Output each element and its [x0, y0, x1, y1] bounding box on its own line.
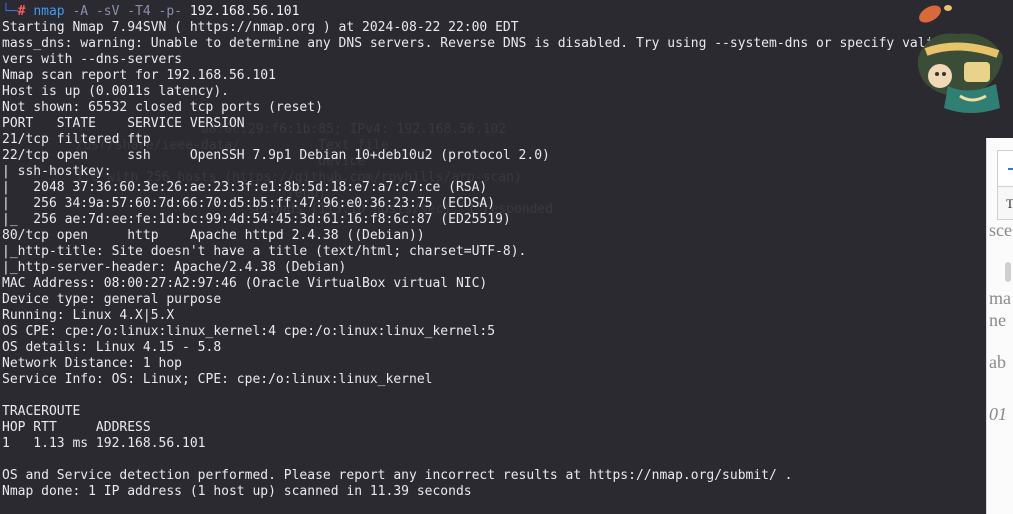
output-line: |_http-server-header: Apache/2.4.38 (Deb…: [2, 260, 347, 275]
output-line: Not shown: 65532 closed tcp ports (reset…: [2, 100, 323, 115]
output-line: Service Info: OS: Linux; CPE: cpe:/o:lin…: [2, 372, 433, 387]
side-panel-button[interactable]: [997, 150, 1013, 188]
output-line: OS and Service detection performed. Plea…: [2, 468, 793, 483]
output-line: MAC Address: 08:00:27:A2:97:46 (Oracle V…: [2, 276, 488, 291]
text-fragment: ab: [989, 352, 1006, 372]
output-line: TRACEROUTE: [2, 404, 81, 419]
output-line: Nmap done: 1 IP address (1 host up) scan…: [2, 484, 472, 499]
side-document-panel[interactable]: T sce ma ne ab 01: [986, 138, 1013, 514]
terminal-window[interactable]: 08:0c:29:f6:1b:85; IPv4: 192.168.56.102 …: [0, 0, 1013, 514]
output-line: Device type: general purpose: [2, 292, 222, 307]
output-line: Host is up (0.0011s latency).: [2, 84, 229, 99]
output-line: 80/tcp open http Apache httpd 2.4.38 ((D…: [2, 228, 425, 243]
output-line: mass_dns: warning: Unable to determine a…: [2, 36, 973, 51]
output-line: vers with --dns-servers: [2, 52, 183, 67]
output-line: Running: Linux 4.X|5.X: [2, 308, 175, 323]
button-marker-icon: [1008, 168, 1013, 170]
command-name: nmap: [33, 4, 65, 19]
prompt-corner: └─: [2, 4, 18, 19]
command-target: 192.168.56.101: [189, 4, 300, 19]
scrollbar-thumb[interactable]: [1005, 262, 1011, 282]
output-line: HOP RTT ADDRESS: [2, 420, 151, 435]
output-line: |_ 256 ae:7d:ee:fe:1d:bc:99:4d:54:45:3d:…: [2, 212, 511, 227]
text-fragment: ma: [989, 288, 1011, 308]
command-args: -A -sV -T4 -p-: [72, 4, 183, 19]
text-fragment: 01: [989, 404, 1007, 424]
output-line: Network Distance: 1 hop: [2, 356, 183, 371]
output-line: |_http-title: Site doesn't have a title …: [2, 244, 527, 259]
output-line: | 256 34:9a:57:60:7d:66:70:d5:b5:ff:47:9…: [2, 196, 496, 211]
terminal-output: └─# nmap -A -sV -T4 -p- 192.168.56.101 S…: [2, 4, 973, 500]
side-panel-tab[interactable]: T: [997, 186, 1013, 220]
prompt-line: └─# nmap -A -sV -T4 -p- 192.168.56.101: [2, 4, 973, 20]
output-line: OS details: Linux 4.15 - 5.8: [2, 340, 222, 355]
output-line: | 2048 37:36:60:3e:26:ae:23:3f:e1:8b:5d:…: [2, 180, 488, 195]
output-line: 21/tcp filtered ftp: [2, 132, 151, 147]
text-fragment: sce: [989, 220, 1012, 240]
output-line: 22/tcp open ssh OpenSSH 7.9p1 Debian 10+…: [2, 148, 550, 163]
output-line: Nmap scan report for 192.168.56.101: [2, 68, 276, 83]
mascot-sticker-icon: [917, 5, 1003, 113]
output-line: OS CPE: cpe:/o:linux:linux_kernel:4 cpe:…: [2, 324, 496, 339]
output-line: PORT STATE SERVICE VERSION: [2, 116, 245, 131]
output-line: 1 1.13 ms 192.168.56.101: [2, 436, 206, 451]
output-line: | ssh-hostkey:: [2, 164, 112, 179]
text-fragment: ne: [989, 310, 1006, 330]
output-line: Starting Nmap 7.94SVN ( https://nmap.org…: [2, 20, 519, 35]
prompt-hash: #: [17, 4, 26, 19]
